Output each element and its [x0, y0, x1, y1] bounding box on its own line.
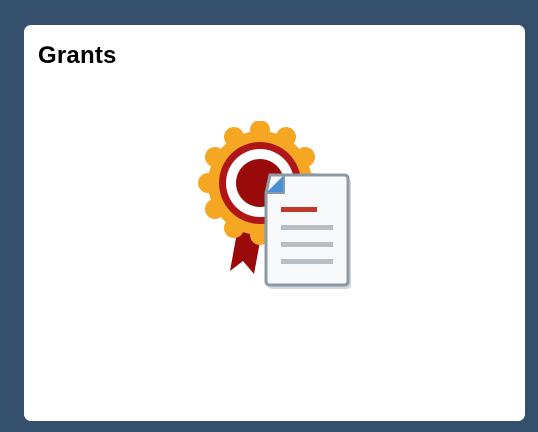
grants-tile[interactable]: Grants — [24, 25, 525, 421]
document-line-2 — [281, 242, 333, 247]
document-line-1 — [281, 225, 333, 230]
tile-container: Grants — [0, 0, 538, 432]
tile-title: Grants — [38, 42, 117, 69]
grants-award-document-icon — [198, 120, 354, 291]
document-red-line — [281, 207, 317, 212]
document-line-3 — [281, 259, 333, 264]
